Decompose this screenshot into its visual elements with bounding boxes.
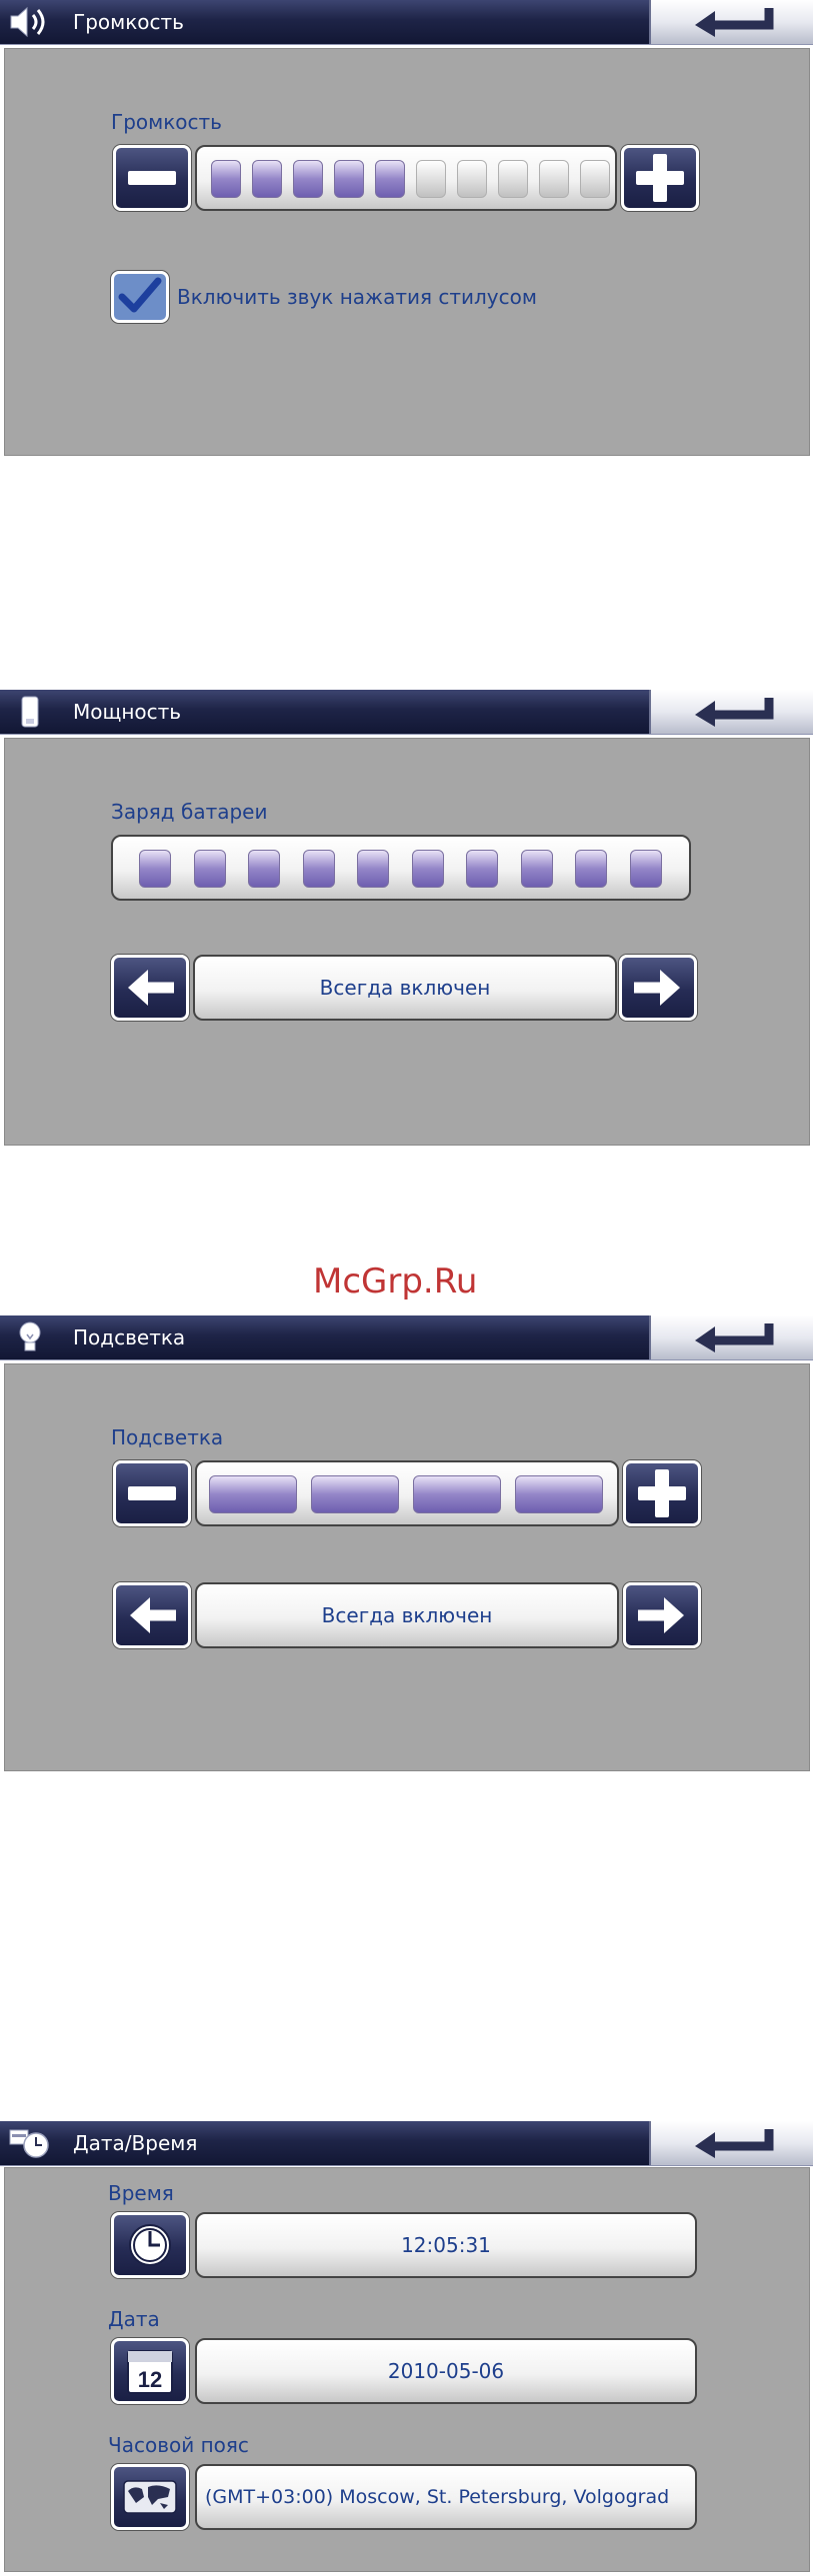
previous-mode-button[interactable] [111, 955, 189, 1021]
date-value-display[interactable]: 2010-05-06 [195, 2338, 697, 2404]
time-label: Время [108, 2181, 174, 2205]
level-cell-empty [539, 160, 569, 198]
level-cell-filled [311, 1475, 399, 1513]
set-date-button[interactable]: 12 [111, 2338, 189, 2404]
settings-panel: Громкость Включить звук нажатия стилусом [4, 48, 810, 456]
settings-panel: Время 12:05:31 Дата 12 2010-05-06 Часово… [4, 2167, 810, 2572]
back-arrow-icon [695, 8, 774, 37]
volume-level-bar[interactable] [195, 145, 617, 211]
power-mode-display: Всегда включен [193, 955, 617, 1021]
backlight-label: Подсветка [111, 1425, 224, 1449]
plus-icon [638, 1469, 686, 1517]
level-cell-filled [515, 1475, 603, 1513]
level-cell-filled [248, 850, 280, 888]
calendar-icon: 12 [127, 2350, 173, 2394]
clock-icon [129, 2224, 171, 2266]
arrow-left-icon [130, 1597, 176, 1633]
settings-panel: Подсветка Всегда включен [4, 1363, 810, 1771]
backlight-decrease-button[interactable] [113, 1460, 191, 1526]
backlight-increase-button[interactable] [623, 1460, 701, 1526]
date-label: Дата [108, 2307, 160, 2331]
back-button[interactable] [649, 2121, 813, 2165]
previous-mode-button[interactable] [113, 1582, 191, 1648]
checkmark-icon [118, 277, 162, 313]
volume-screen: Громкость Громкость Включить звук нажати… [0, 0, 813, 460]
level-cell-filled [302, 850, 335, 888]
screen-title: Дата/Время [73, 2131, 198, 2155]
power-screen: Мощность Заряд батареи Всегда включен [0, 690, 813, 1150]
backlight-screen: Подсветка Подсветка Всегда включен [0, 1315, 813, 1775]
next-mode-button[interactable] [623, 1582, 701, 1648]
time-value-display[interactable]: 12:05:31 [195, 2212, 697, 2278]
back-arrow-icon [695, 1323, 774, 1352]
calendar-day-text: 12 [138, 2367, 162, 2392]
level-cell-empty [580, 160, 610, 198]
minus-icon [128, 171, 176, 185]
back-button[interactable] [649, 1315, 813, 1359]
calendar-clock-icon [9, 2129, 49, 2158]
level-cell-filled [252, 160, 282, 198]
back-button[interactable] [649, 0, 813, 44]
title-bar: Мощность [0, 690, 813, 735]
title-bar: Подсветка [0, 1315, 813, 1360]
timezone-value-display[interactable]: (GMT+03:00) Moscow, St. Petersburg, Volg… [195, 2464, 697, 2530]
level-cell-filled [293, 160, 323, 198]
datetime-screen: Дата/Время Время 12:05:31 Дата 12 2010-0… [0, 2121, 813, 2576]
level-cell-filled [413, 1475, 501, 1513]
plus-icon [636, 154, 684, 202]
back-arrow-icon [695, 2129, 774, 2158]
level-cell-filled [411, 850, 444, 888]
volume-label: Громкость [111, 110, 222, 134]
stylus-sound-checkbox[interactable] [111, 271, 169, 323]
battery-level-bar [111, 835, 691, 901]
settings-panel: Заряд батареи Всегда включен [4, 738, 810, 1146]
arrow-right-icon [638, 1597, 684, 1633]
arrow-right-icon [634, 970, 680, 1006]
volume-increase-button[interactable] [621, 145, 699, 211]
stylus-sound-label: Включить звук нажатия стилусом [177, 285, 537, 309]
level-cell-filled [629, 850, 662, 888]
level-cell-empty [416, 160, 446, 198]
timezone-label: Часовой пояс [108, 2433, 249, 2457]
level-cell-filled [520, 850, 553, 888]
level-cell-empty [498, 160, 528, 198]
battery-icon [21, 696, 39, 728]
backlight-level-bar[interactable] [195, 1460, 619, 1526]
world-map-icon [123, 2480, 177, 2514]
light-bulb-icon [19, 1321, 41, 1351]
level-cell-filled [334, 160, 364, 198]
volume-decrease-button[interactable] [113, 145, 191, 211]
level-cell-filled [209, 1475, 297, 1513]
next-mode-button[interactable] [619, 955, 697, 1021]
level-cell-filled [375, 160, 405, 198]
screen-title: Громкость [73, 10, 184, 34]
watermark-text: McGrp.Ru [313, 1262, 478, 1301]
screen-title: Мощность [73, 700, 182, 724]
back-button[interactable] [649, 690, 813, 734]
speaker-icon [10, 6, 45, 38]
screen-title: Подсветка [73, 1325, 186, 1349]
arrow-left-icon [128, 970, 174, 1006]
level-cell-empty [457, 160, 487, 198]
minus-icon [128, 1486, 176, 1500]
level-cell-filled [193, 850, 226, 888]
level-cell-filled [211, 160, 241, 198]
level-cell-filled [466, 850, 498, 888]
back-arrow-icon [695, 698, 774, 727]
set-time-button[interactable] [111, 2212, 189, 2278]
level-cell-filled [139, 850, 171, 888]
level-cell-filled [575, 850, 607, 888]
title-bar: Дата/Время [0, 2121, 813, 2166]
set-timezone-button[interactable] [111, 2464, 189, 2530]
level-cell-filled [357, 850, 389, 888]
battery-charge-label: Заряд батареи [111, 800, 268, 824]
title-bar: Громкость [0, 0, 813, 45]
backlight-mode-display: Всегда включен [195, 1582, 619, 1648]
